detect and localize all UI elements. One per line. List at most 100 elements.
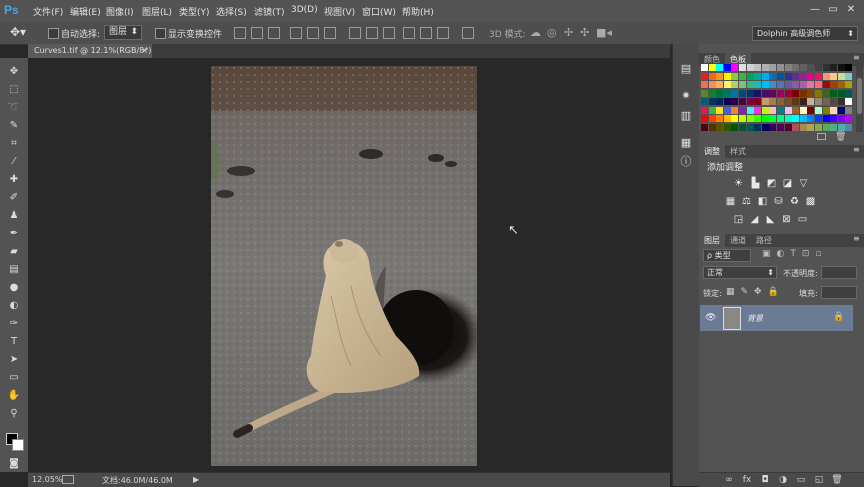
meerkat-photo[interactable]: [211, 66, 477, 466]
swatch-cell[interactable]: [746, 123, 754, 131]
swatch-cell[interactable]: [761, 64, 769, 71]
swatch-cell[interactable]: [746, 89, 754, 97]
swatch-cell[interactable]: [792, 98, 800, 105]
clone-stamp-icon[interactable]: ♟: [7, 210, 21, 222]
quick-select-icon[interactable]: ✎: [7, 120, 21, 132]
swatch-cell[interactable]: [792, 123, 800, 131]
swatch-cell[interactable]: [830, 115, 838, 122]
path-select-icon[interactable]: ➤: [7, 354, 21, 366]
swatch-cell[interactable]: [731, 72, 739, 80]
swatch-cell[interactable]: [731, 89, 739, 97]
swatch-cell[interactable]: [701, 115, 708, 122]
3d-roll-icon[interactable]: ◎: [547, 26, 557, 39]
menu-edit[interactable]: 编辑(E): [70, 5, 101, 18]
swatch-cell[interactable]: [822, 72, 830, 80]
swatch-cell[interactable]: [708, 81, 716, 88]
swatch-cell[interactable]: [777, 81, 784, 88]
visibility-eye-icon[interactable]: 👁: [705, 313, 716, 323]
swatch-cell[interactable]: [792, 106, 800, 114]
swatch-cell[interactable]: [761, 98, 769, 105]
histogram-panel-icon[interactable]: ▥: [679, 109, 693, 123]
swatch-cell[interactable]: [723, 115, 731, 122]
layer-name[interactable]: 背景: [747, 313, 763, 324]
menu-select[interactable]: 选择(S): [216, 5, 247, 18]
swatch-cell[interactable]: [792, 64, 800, 71]
swatch-cell[interactable]: [807, 98, 815, 105]
blur-icon[interactable]: ●: [7, 282, 21, 294]
swatch-cell[interactable]: [792, 89, 800, 97]
swatch-cell[interactable]: [822, 123, 830, 131]
align-left-icon[interactable]: [290, 27, 302, 39]
swatch-cell[interactable]: [837, 64, 845, 71]
swatch-cell[interactable]: [754, 81, 762, 88]
align-top-icon[interactable]: [234, 27, 246, 39]
gradient-icon[interactable]: ▤: [7, 264, 21, 276]
swatch-cell[interactable]: [701, 64, 708, 71]
new-group-icon[interactable]: ▭: [795, 474, 807, 486]
show-transform-checkbox[interactable]: [155, 28, 166, 39]
close-document-icon[interactable]: ×: [141, 44, 148, 58]
menu-view[interactable]: 视图(V): [324, 5, 355, 18]
swatch-cell[interactable]: [784, 81, 792, 88]
swatch-cell[interactable]: [769, 123, 777, 131]
swatch-cell[interactable]: [807, 106, 815, 114]
swatch-cell[interactable]: [708, 72, 716, 80]
swatch-cell[interactable]: [716, 115, 724, 122]
swatch-cell[interactable]: [769, 115, 777, 122]
exposure-icon[interactable]: ◪: [782, 178, 793, 189]
move-tool-preset-icon[interactable]: ✥▾: [10, 25, 26, 39]
swatch-cell[interactable]: [830, 98, 838, 105]
brush-icon[interactable]: ✐: [7, 192, 21, 204]
new-layer-icon[interactable]: ◱: [813, 474, 825, 486]
swatch-cell[interactable]: [807, 72, 815, 80]
swatch-cell[interactable]: [716, 106, 724, 114]
swatch-cell[interactable]: [807, 81, 815, 88]
swatch-cell[interactable]: [777, 64, 784, 71]
swatch-cell[interactable]: [701, 98, 708, 105]
menu-file[interactable]: 文件(F): [33, 5, 63, 18]
hand-icon[interactable]: ✋: [7, 390, 21, 402]
menu-layer[interactable]: 图层(L): [142, 5, 172, 18]
swatch-cell[interactable]: [716, 72, 724, 80]
tab-adjustments[interactable]: 调整: [699, 145, 725, 158]
swatch-cell[interactable]: [723, 98, 731, 105]
swatch-cell[interactable]: [754, 64, 762, 71]
swatch-cell[interactable]: [822, 115, 830, 122]
swatch-cell[interactable]: [739, 115, 746, 122]
swatch-cell[interactable]: [746, 98, 754, 105]
distribute-vcenter-icon[interactable]: [366, 27, 378, 39]
swatch-scroll-thumb[interactable]: [857, 78, 862, 114]
swatch-cell[interactable]: [822, 64, 830, 71]
3d-scale-icon[interactable]: ■◂: [596, 26, 612, 39]
swatch-cell[interactable]: [701, 106, 708, 114]
swatch-cell[interactable]: [754, 123, 762, 131]
minimize-button[interactable]: —: [808, 3, 822, 17]
align-hcenter-icon[interactable]: [307, 27, 319, 39]
invert-icon[interactable]: ◲: [733, 214, 744, 225]
swatch-cell[interactable]: [822, 81, 830, 88]
zoom-level[interactable]: 12.05%: [32, 475, 63, 484]
layer-kind-filter[interactable]: ρ 类型: [703, 249, 751, 262]
swatch-cell[interactable]: [837, 115, 845, 122]
swatch-cell[interactable]: [708, 115, 716, 122]
restore-button[interactable]: ▭: [826, 3, 840, 17]
dodge-icon[interactable]: ◐: [7, 300, 21, 312]
swatch-cell[interactable]: [822, 89, 830, 97]
swatch-cell[interactable]: [746, 64, 754, 71]
swatch-cell[interactable]: [701, 81, 708, 88]
swatch-cell[interactable]: [754, 72, 762, 80]
swatch-cell[interactable]: [792, 81, 800, 88]
swatch-cell[interactable]: [799, 72, 807, 80]
layer-filter-icons[interactable]: ▣◐T⊡▫: [762, 249, 828, 259]
swatch-cell[interactable]: [739, 89, 746, 97]
swatch-cell[interactable]: [815, 72, 822, 80]
swatch-cell[interactable]: [777, 123, 784, 131]
swatch-cell[interactable]: [830, 89, 838, 97]
distribute-right-icon[interactable]: [437, 27, 449, 39]
3d-pan-icon[interactable]: ✢: [564, 26, 573, 39]
swatch-cell[interactable]: [716, 81, 724, 88]
navigator-panel-icon[interactable]: ✷: [679, 89, 693, 103]
info-panel-icon[interactable]: ⓘ: [679, 155, 693, 169]
swatch-cell[interactable]: [731, 98, 739, 105]
swatch-cell[interactable]: [830, 123, 838, 131]
